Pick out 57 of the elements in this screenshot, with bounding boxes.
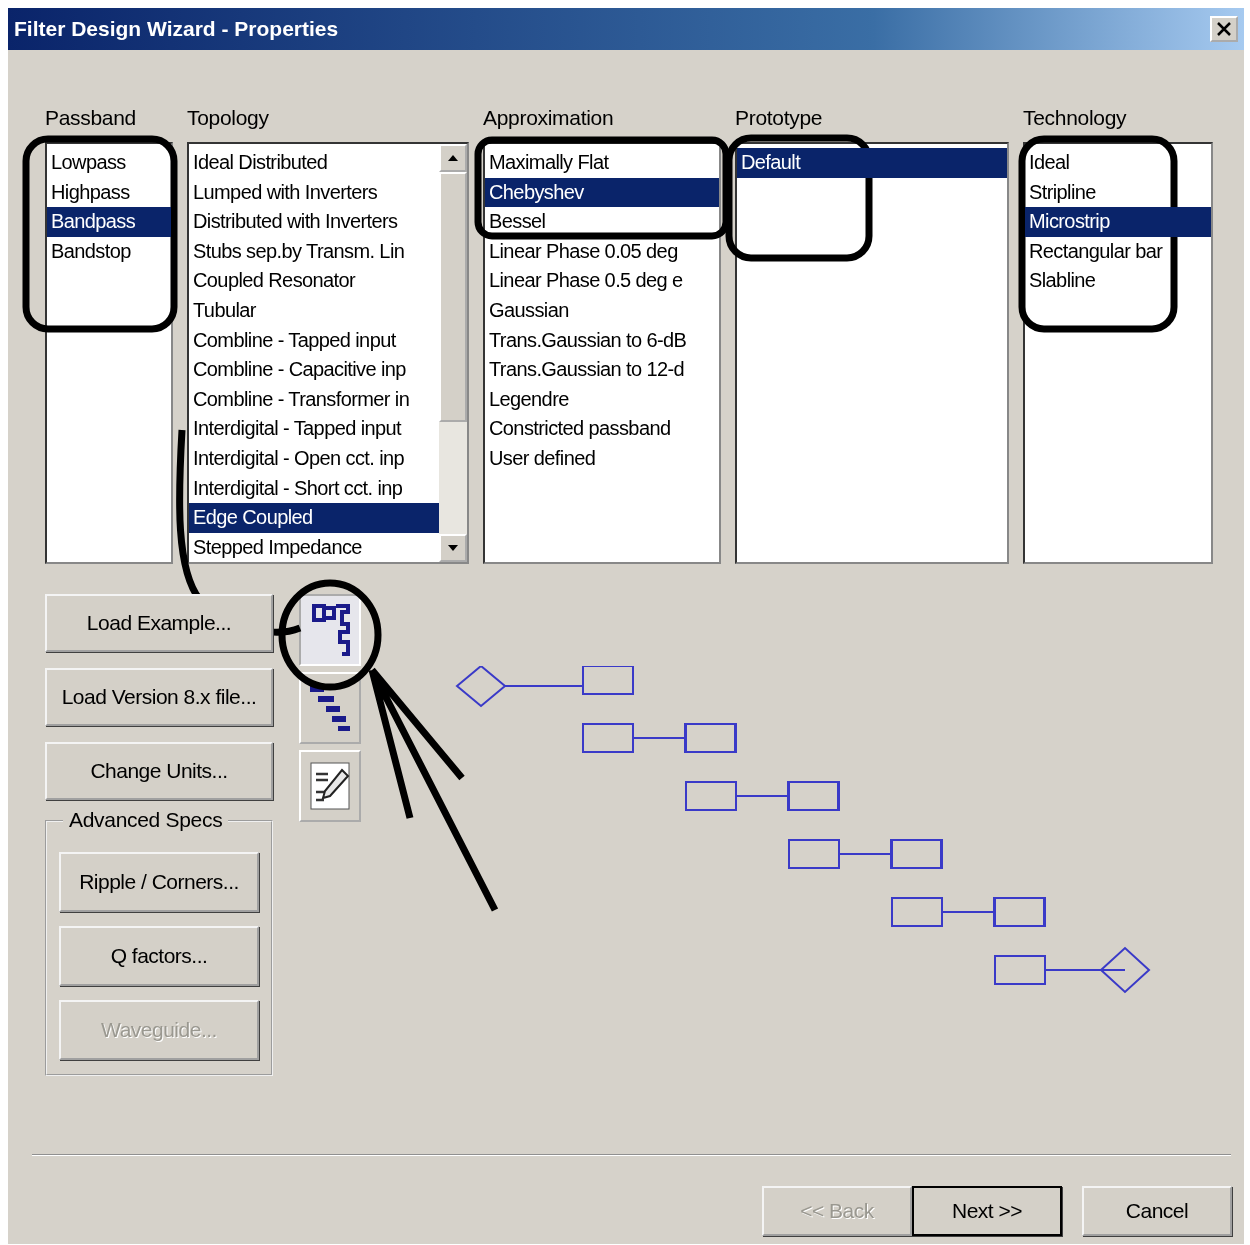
list-item[interactable]: Slabline [1025,266,1211,296]
list-item[interactable]: Stubs sep.by Transm. Lin [189,236,439,267]
window-title: Filter Design Wizard - Properties [14,17,339,41]
list-item[interactable]: Combline - Tapped input [189,325,439,356]
list-item[interactable]: Trans.Gaussian to 6-dB [485,325,719,356]
list-item[interactable]: Lowpass [47,148,171,178]
view-toggle-button[interactable] [299,750,361,822]
list-item[interactable]: Linear Phase 0.05 deg [485,236,719,267]
list-item[interactable]: User defined [485,443,719,474]
list-item[interactable]: Maximally Flat [485,148,719,178]
action-button[interactable]: Change Units... [45,742,273,800]
wizard-button[interactable]: Next >> [912,1186,1062,1236]
list-item[interactable]: Combline - Capacitive inp [189,355,439,385]
scroll-down-icon[interactable] [439,534,467,562]
action-button[interactable]: Ripple / Corners... [59,852,259,912]
list-item[interactable]: Interdigital - Open cct. inp [189,443,439,474]
list-item[interactable]: Distributed with Inverters [189,207,439,237]
scrollbar[interactable] [439,144,467,562]
list-item[interactable]: Legendre [485,384,719,415]
view-toggle-button[interactable] [299,594,361,666]
view-toggle-button[interactable] [299,672,361,744]
list-item[interactable]: Edge Coupled [189,503,439,533]
list-item[interactable]: Stepped Impedance [189,532,439,563]
list-item[interactable]: Combline - Transformer in [189,384,439,415]
list-label: Technology [1023,106,1128,131]
list-item[interactable]: Default [737,148,1007,178]
list-item[interactable]: Ideal [1025,148,1211,178]
list-label: Topology [187,106,270,131]
list-item[interactable]: Constricted passband [485,414,719,444]
list-label: Passband [45,106,137,131]
list-item[interactable]: Coupled Resonator [189,266,439,296]
list-item[interactable]: Stripline [1025,177,1211,208]
list-item[interactable]: Chebyshev [485,177,719,208]
list-item[interactable]: Ideal Distributed [189,148,439,178]
list-item[interactable]: Lumped with Inverters [189,177,439,208]
action-button[interactable]: Load Example... [45,594,273,652]
scroll-up-icon[interactable] [439,144,467,172]
list-item[interactable]: Linear Phase 0.5 deg e [485,266,719,296]
close-button[interactable] [1210,16,1238,42]
list-item[interactable]: Rectangular bar [1025,236,1211,267]
list-label: Approximation [483,106,615,131]
close-icon [1215,20,1233,38]
wizard-button[interactable]: Cancel [1082,1186,1232,1236]
scroll-thumb[interactable] [439,172,467,422]
list-item[interactable]: Interdigital - Short cct. inp [189,473,439,504]
list-item[interactable]: Gaussian [485,295,719,326]
list-label: Prototype [735,106,824,131]
list-item[interactable]: Trans.Gaussian to 12-d [485,355,719,385]
list-item[interactable]: Bessel [485,207,719,237]
list-item[interactable]: Bandpass [47,207,171,237]
list-item[interactable]: Interdigital - Tapped input [189,414,439,444]
list-item[interactable]: Tubular [189,295,439,326]
list-item[interactable]: Highpass [47,177,171,208]
action-button[interactable]: Load Version 8.x file... [45,668,273,726]
list-item[interactable]: Bandstop [47,236,171,267]
action-button[interactable]: Q factors... [59,926,259,986]
list-item[interactable]: Microstrip [1025,207,1211,237]
